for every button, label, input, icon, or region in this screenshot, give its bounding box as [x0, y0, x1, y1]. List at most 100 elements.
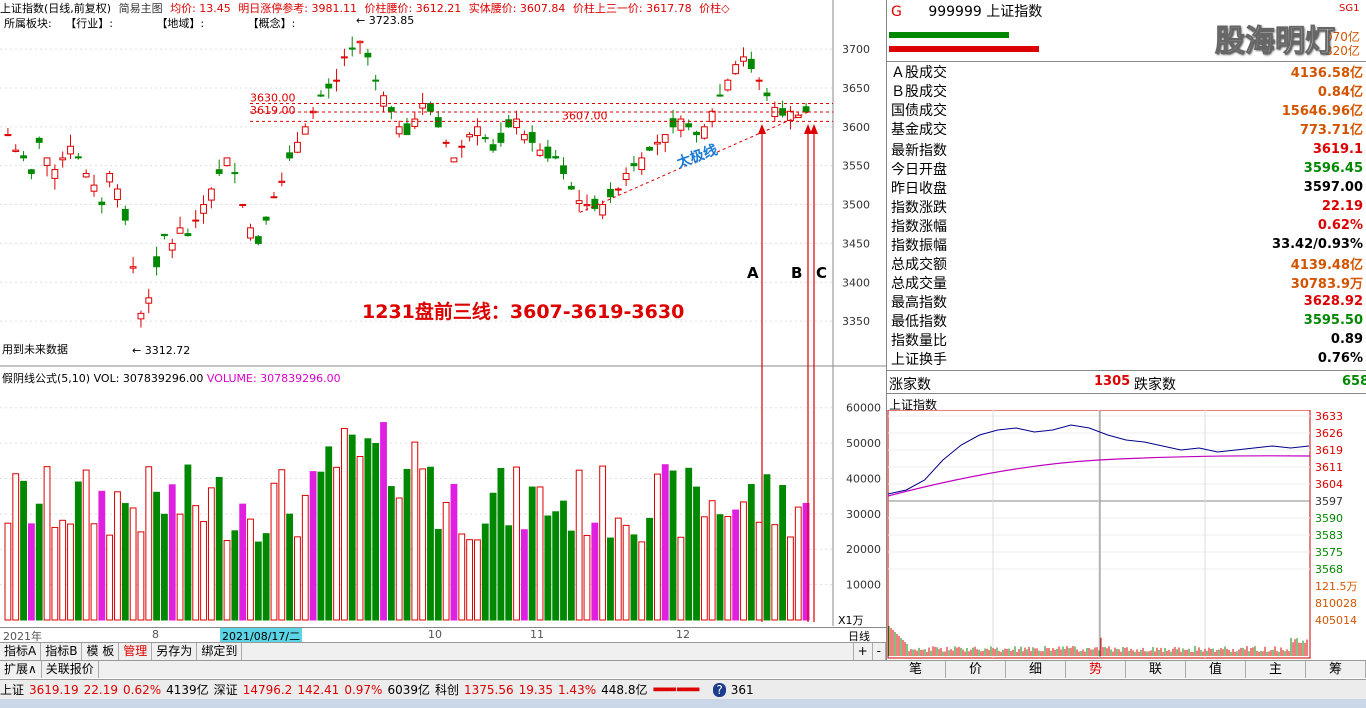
candle-body [654, 142, 660, 144]
tab-indicator-b[interactable]: 指标B [41, 643, 82, 660]
candle-body [115, 189, 121, 200]
volume-bar [459, 534, 465, 620]
price-tick-label: 3450 [842, 237, 870, 250]
volume-bar [162, 514, 168, 620]
tab-detail[interactable]: 细 [1006, 661, 1066, 678]
volume-bar [68, 524, 74, 620]
candle-body [608, 189, 614, 196]
quote-label: 昨日收盘 [891, 178, 947, 198]
candle-body [83, 173, 89, 176]
volume-bar [91, 524, 97, 620]
volume-bar [764, 475, 770, 620]
kline-chart-area[interactable]: 上证指数(日线,前复权) 简易主图 均价: 13.45 明日涨停参考: 3981… [0, 0, 886, 626]
quote-value: 15646.96亿 [1282, 100, 1363, 119]
zoom-in-button[interactable]: + [853, 643, 873, 660]
candle-body [146, 298, 152, 303]
tab-main[interactable]: 主 [1246, 661, 1306, 678]
price-tick-label: 3650 [842, 82, 870, 95]
candle-body [788, 111, 794, 120]
tab-price[interactable]: 价 [946, 661, 1006, 678]
zoom-out-button[interactable]: - [873, 643, 886, 660]
volume-tick-label: 60000 [846, 402, 881, 415]
volume-bar [396, 498, 402, 620]
candle-body [5, 135, 11, 136]
volume-bar [177, 514, 183, 620]
low-marker: ← 3312.72 [132, 344, 190, 357]
index-title: 上证指数 [986, 4, 1042, 20]
tab-value[interactable]: 值 [1186, 661, 1246, 678]
volume-bar [279, 470, 285, 620]
support-label-3607: 3607.00 [562, 109, 608, 122]
quote-row: 昨日收盘 3597.00 [887, 178, 1366, 197]
volume-bar [326, 447, 332, 620]
tab-link[interactable]: 联 [1126, 661, 1186, 678]
quote-label: 总成交量 [891, 273, 947, 293]
volume-bar [678, 537, 684, 620]
volume-bar [240, 504, 246, 620]
status-bar: 上证 3619.19 22.19 0.62% 4139亿 深证 14796.2 … [0, 679, 1366, 699]
support-label-3630: 3630.00 [250, 92, 296, 105]
candle-body [388, 108, 394, 112]
candle-body [240, 205, 246, 206]
volume-bar [451, 484, 457, 620]
candle-body [725, 80, 731, 90]
tab-save-as[interactable]: 另存为 [152, 643, 197, 660]
candle-body [404, 124, 410, 135]
up-label: 涨家数 [889, 374, 931, 394]
arrow-head [758, 124, 766, 134]
volume-bar [733, 510, 739, 620]
candle-body [412, 119, 418, 126]
volume-bar [545, 516, 551, 620]
tab-bind[interactable]: 绑定到 [197, 643, 242, 660]
kc-name: 科创 [435, 681, 459, 698]
volume-bar [36, 504, 42, 620]
quote-value: 3597.00 [1304, 180, 1363, 195]
candle-body [670, 119, 676, 127]
volume-bar [287, 514, 293, 620]
tab-chips[interactable]: 筹 [1306, 661, 1366, 678]
x-axis: 2021年 8 2021/08/17/二 10 11 12 日线 [0, 627, 886, 641]
market-depth-icon: ▬▬▬ ▬▬▬ [652, 684, 698, 695]
intraday-chart[interactable]: 3633 3626 3619 3611 3604 3597 3590 3583 3575 3568… [887, 410, 1366, 660]
candle-body [498, 133, 504, 142]
candle-body [521, 135, 527, 140]
help-icon[interactable]: ? [713, 683, 725, 697]
volume-bar [107, 535, 113, 620]
volume-bar [592, 523, 598, 620]
quote-row: 指数涨幅 0.62% [887, 216, 1366, 235]
volume-bar [130, 508, 136, 620]
intraday-tick: 3626 [1315, 427, 1343, 440]
volume-bar [623, 525, 629, 620]
volume-bar [748, 485, 754, 620]
candle-body [623, 173, 629, 179]
arrow-head [810, 124, 818, 134]
candle-body [647, 147, 653, 150]
volume-bar [709, 501, 715, 620]
volume-bar [428, 467, 434, 620]
volume-bar [154, 492, 160, 620]
candle-body [334, 80, 340, 81]
tab-extend[interactable]: 扩展∧ [0, 661, 42, 678]
candle-body [365, 53, 371, 57]
volume-bar [341, 428, 347, 620]
volume-bar [412, 442, 418, 620]
tab-trend[interactable]: 势 [1066, 661, 1126, 678]
tab-related-quote[interactable]: 关联报价 [42, 661, 99, 678]
volume-bar [185, 465, 191, 620]
volume-bar [248, 519, 254, 620]
candle-body [717, 95, 723, 96]
tab-tick[interactable]: 笔 [886, 661, 946, 678]
candle-body [561, 166, 567, 174]
candle-body [600, 205, 606, 215]
candle-body [349, 48, 355, 49]
tab-indicator-a[interactable]: 指标A [0, 643, 41, 660]
x-month-10: 10 [428, 628, 442, 641]
volume-formula[interactable]: 假阴线公式(5,10) [2, 372, 90, 385]
tab-manage[interactable]: 管理 [119, 643, 152, 660]
down-label: 跌家数 [1134, 374, 1176, 394]
candle-body [44, 158, 50, 166]
index-code: 999999 [928, 4, 981, 20]
tab-template[interactable]: 模 板 [82, 643, 119, 660]
sz-name: 深证 [214, 681, 238, 698]
candle-body [287, 153, 293, 158]
